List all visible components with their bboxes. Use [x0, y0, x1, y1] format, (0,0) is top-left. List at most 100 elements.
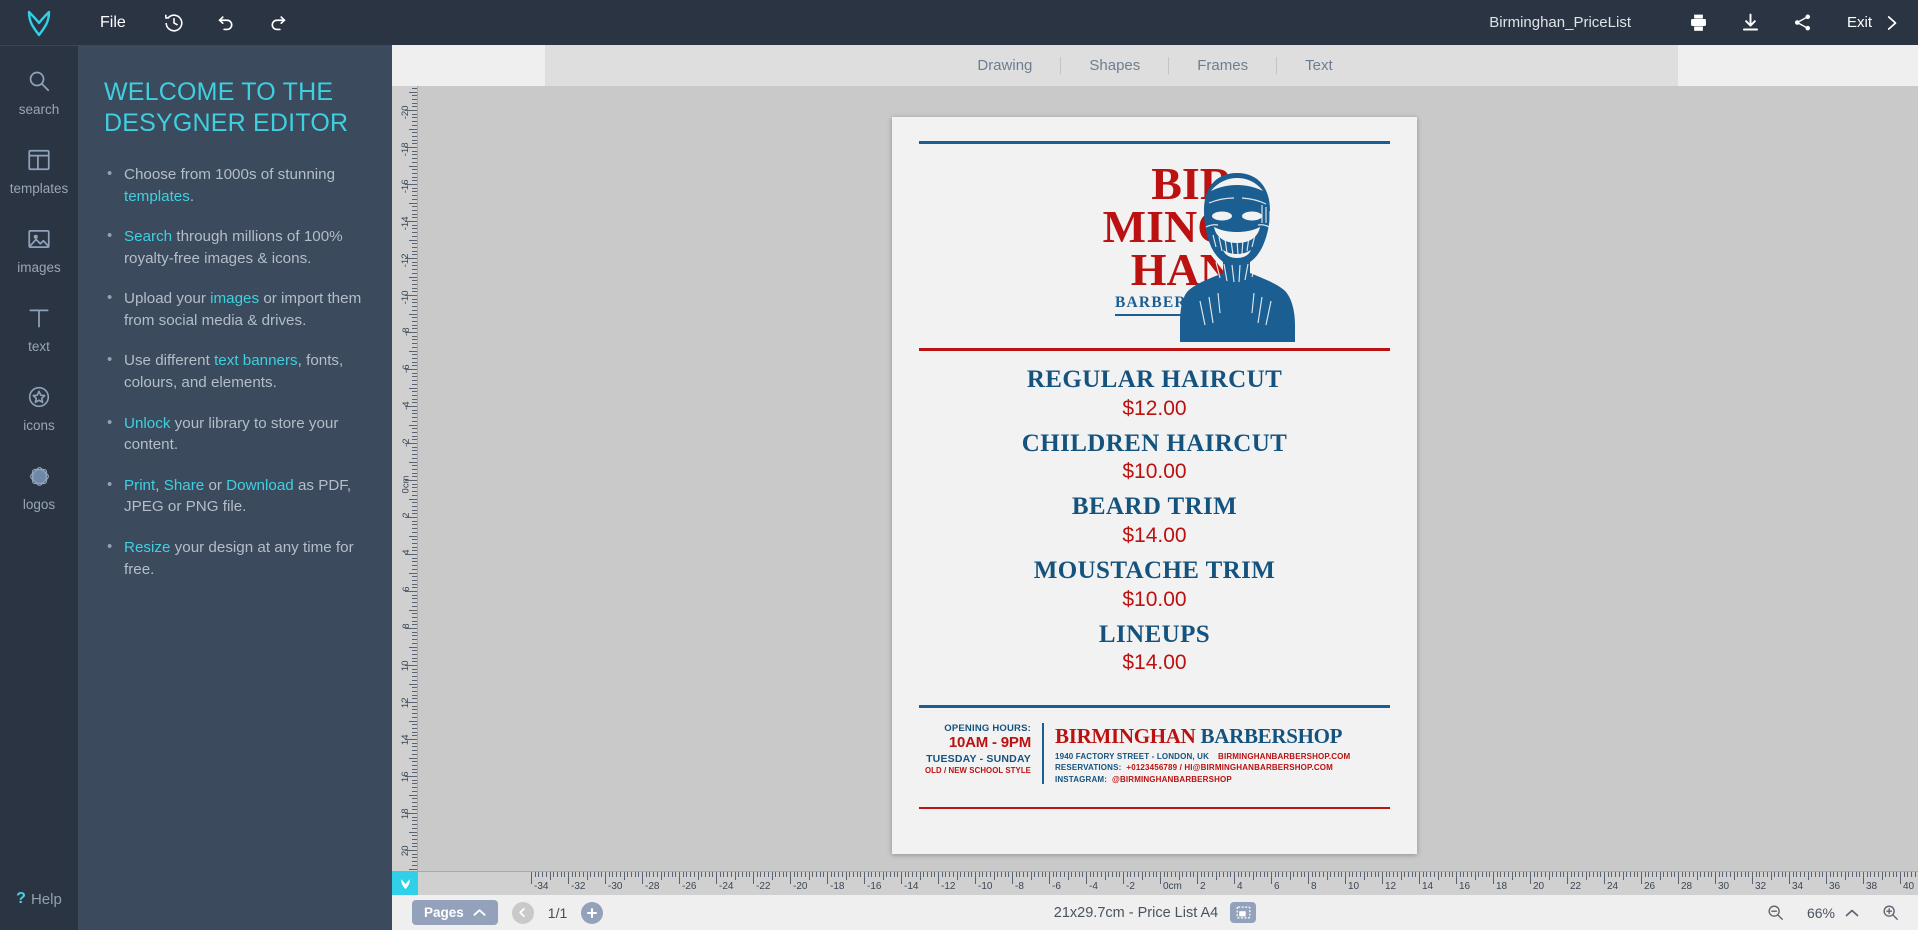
undo-icon[interactable] [200, 0, 252, 45]
ruler-tick [1178, 872, 1180, 880]
vertical-ruler[interactable]: -20 -18 -16 -14 -12 -10 -8 -6 -4 -2 0cm 2 4 6 8 10 12 14 1… [392, 86, 418, 871]
ruler-tick [1722, 872, 1724, 877]
ruler-tick [660, 872, 662, 880]
ruler-tick [412, 402, 417, 404]
pages-button[interactable]: Pages [412, 900, 498, 925]
ruler-tick [864, 872, 865, 884]
ruler-tick [1282, 872, 1284, 877]
welcome-text-0-2: . [189, 187, 195, 205]
welcome-link-1-0[interactable]: Search [124, 228, 172, 245]
price-row[interactable]: CHILDREN HAIRCUT $10.00 [892, 429, 1417, 485]
price-row[interactable]: REGULAR HAIRCUT $12.00 [892, 365, 1417, 421]
sidebar-item-logos[interactable]: logos [0, 441, 78, 520]
welcome-link-5-2[interactable]: Share [164, 477, 205, 494]
welcome-link-6-0[interactable]: Resize [124, 539, 170, 556]
ruler-tick [612, 872, 614, 877]
divider-bottom-blue [919, 705, 1390, 708]
ruler-tick [412, 620, 417, 622]
sidebar-item-search[interactable]: search [0, 46, 78, 125]
add-page-button[interactable] [581, 901, 604, 924]
ruler-tick [1837, 872, 1839, 877]
ruler-tick [412, 446, 417, 448]
tab-shapes[interactable]: Shapes [1061, 57, 1170, 74]
ruler-tick [412, 272, 417, 274]
zoom-out-icon[interactable] [1766, 903, 1785, 922]
design-canvas-page[interactable]: BIR MING HAN BARBERSHOP REGULAR HAIRCUT … [892, 117, 1417, 854]
ruler-tick [409, 128, 417, 130]
sidebar-item-text[interactable]: text [0, 283, 78, 362]
ruler-tick [412, 742, 417, 744]
ruler-tick [1703, 872, 1705, 877]
welcome-link-5-0[interactable]: Print [124, 477, 155, 494]
ruler-tick [1507, 872, 1509, 877]
ruler-tick [412, 676, 417, 678]
price-row[interactable]: LINEUPS $14.00 [892, 620, 1417, 676]
ruler-tick [1485, 872, 1487, 877]
ruler-tick [1393, 872, 1395, 877]
ruler-tick [1197, 872, 1198, 884]
exit-button[interactable]: Exit [1829, 13, 1918, 33]
share-icon[interactable] [1777, 0, 1829, 45]
ruler-tick [708, 872, 710, 877]
welcome-text-2-0: Upload your [124, 290, 211, 308]
previous-page-button[interactable] [511, 901, 534, 924]
zoom-in-icon[interactable] [1881, 903, 1900, 922]
sidebar-item-icons[interactable]: icons [0, 362, 78, 441]
ruler-tick [1752, 872, 1753, 884]
price-row[interactable]: MOUSTACHE TRIM $10.00 [892, 556, 1417, 612]
help-button[interactable]: ? Help [0, 890, 78, 908]
ruler-tick [531, 872, 532, 884]
zoom-chevron-up-icon[interactable] [1845, 908, 1859, 918]
ruler-tick [1204, 872, 1206, 877]
ruler-tick [1774, 872, 1776, 877]
ruler-tick [412, 132, 417, 134]
ruler-tick [1607, 872, 1609, 877]
ruler-tick [1104, 872, 1106, 880]
resize-icon[interactable] [1230, 902, 1257, 923]
ruler-tick [1422, 872, 1424, 877]
ruler-tick [1511, 872, 1513, 880]
redo-icon[interactable] [252, 0, 304, 45]
ruler-tick [1670, 872, 1672, 877]
ruler-tick [1367, 872, 1369, 877]
ruler-tick [1356, 872, 1358, 877]
ruler-tick [549, 872, 551, 880]
tab-text[interactable]: Text [1277, 57, 1361, 74]
sidebar-item-images[interactable]: images [0, 204, 78, 283]
tab-drawing[interactable]: Drawing [949, 57, 1062, 74]
welcome-text-3-0: Use different [124, 352, 215, 370]
download-icon[interactable] [1725, 0, 1777, 45]
desygner-logo-icon[interactable] [0, 0, 78, 45]
history-clock-icon[interactable] [148, 0, 200, 45]
tab-frames[interactable]: Frames [1169, 57, 1278, 74]
print-icon[interactable] [1673, 0, 1725, 45]
sidebar-label-icons: icons [23, 418, 55, 433]
price-row[interactable]: BEARD TRIM $14.00 [892, 492, 1417, 548]
welcome-link-2-1[interactable]: images [210, 290, 259, 307]
ruler-tick [749, 872, 751, 877]
ruler-tick [960, 872, 962, 877]
welcome-link-0-1[interactable]: templates [124, 188, 190, 205]
ruler-corner-logo-icon[interactable] [392, 871, 418, 895]
ruler-tick [908, 872, 910, 877]
welcome-link-3-1[interactable]: text banners [214, 352, 298, 369]
ruler-tick [1907, 872, 1909, 877]
horizontal-ruler[interactable]: -34 -32 -30 -28 -26 -24 -22 -20 -18 -16 -14 -12 -10-… [392, 871, 1918, 895]
footer-hours-block: OPENING HOURS: 10AM - 9PM TUESDAY - SUND… [919, 723, 1044, 784]
document-title[interactable]: Birminghan_PriceList [1489, 14, 1631, 31]
ruler-label: 30 [1718, 881, 1730, 892]
welcome-link-4-0[interactable]: Unlock [124, 415, 170, 432]
ruler-tick [1237, 872, 1239, 877]
ruler-tick [975, 872, 976, 884]
sidebar-item-templates[interactable]: templates [0, 125, 78, 204]
welcome-link-5-4[interactable]: Download [226, 477, 294, 494]
ruler-label: -22 [756, 881, 771, 892]
ruler-tick [412, 750, 417, 752]
ruler-tick [1271, 872, 1272, 884]
ruler-tick [838, 872, 840, 877]
file-menu[interactable]: File [78, 0, 148, 45]
ruler-tick [745, 872, 747, 877]
ruler-tick [901, 872, 902, 884]
price-list-poster: BIR MING HAN BARBERSHOP REGULAR HAIRCUT … [892, 117, 1417, 854]
ruler-tick [1574, 872, 1576, 877]
